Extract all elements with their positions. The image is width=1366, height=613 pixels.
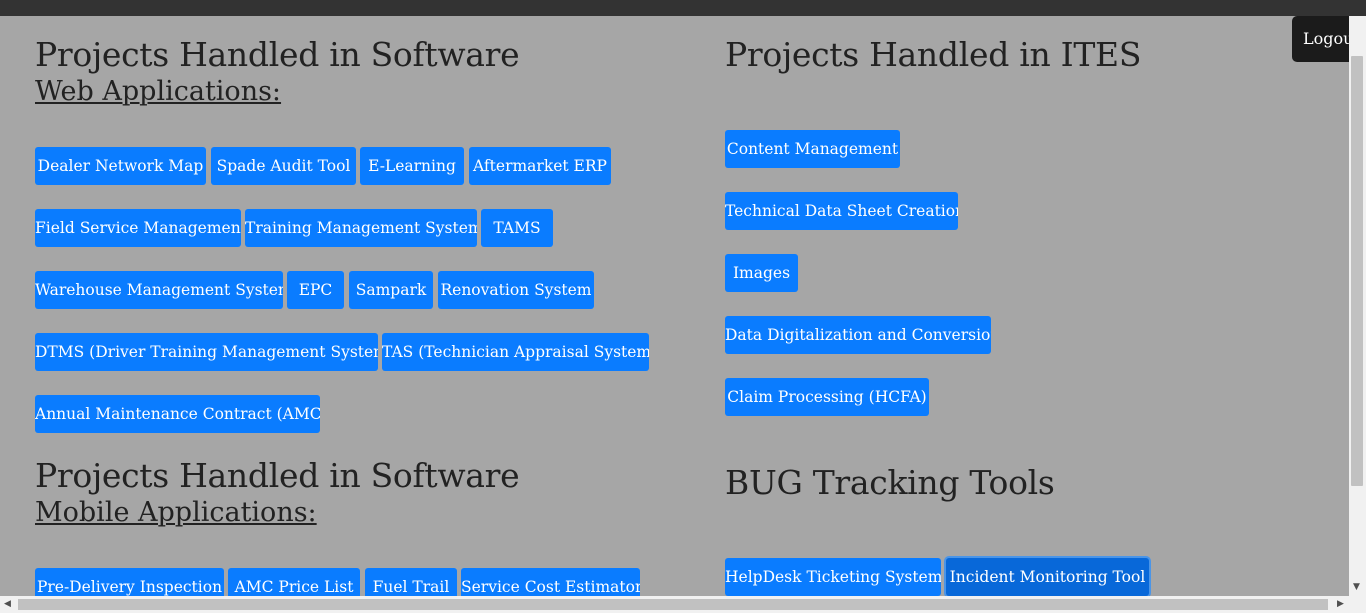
bug-tools-title: BUG Tracking Tools: [725, 463, 1055, 502]
technical-data-sheet-button[interactable]: Technical Data Sheet Creation: [725, 192, 958, 230]
vertical-scrollbar[interactable]: ▼: [1349, 16, 1366, 596]
web-applications-subtitle: Web Applications:: [35, 76, 282, 107]
incident-monitoring-button[interactable]: Incident Monitoring Tool: [946, 558, 1149, 596]
scroll-down-arrow-icon[interactable]: ▼: [1353, 582, 1360, 592]
claim-processing-button[interactable]: Claim Processing (HCFA): [725, 378, 929, 416]
software-mobile-header: Projects Handled in Software Mobile Appl…: [35, 456, 520, 530]
bug-tools-header: BUG Tracking Tools: [725, 463, 1055, 503]
ites-title: Projects Handled in ITES: [725, 35, 1142, 74]
warehouse-management-system-button[interactable]: Warehouse Management System: [35, 271, 283, 309]
mobile-applications-subtitle: Mobile Applications:: [35, 497, 317, 528]
scroll-right-arrow-icon[interactable]: ▶: [1337, 599, 1344, 609]
dtms-button[interactable]: DTMS (Driver Training Management System): [35, 333, 378, 371]
scroll-left-arrow-icon[interactable]: ◀: [4, 599, 11, 609]
tams-button[interactable]: TAMS: [481, 209, 553, 247]
horizontal-scrollbar[interactable]: ◀ ▶: [0, 596, 1366, 613]
epc-button[interactable]: EPC: [287, 271, 344, 309]
vertical-scroll-thumb[interactable]: [1351, 56, 1363, 486]
renovation-system-button[interactable]: Renovation System: [438, 271, 594, 309]
field-service-management-button[interactable]: Field Service Management: [35, 209, 241, 247]
content-management-button[interactable]: Content Management: [725, 130, 900, 168]
spade-audit-tool-button[interactable]: Spade Audit Tool: [211, 147, 356, 185]
data-digitalization-button[interactable]: Data Digitalization and Conversion: [725, 316, 991, 354]
sampark-button[interactable]: Sampark: [349, 271, 433, 309]
aftermarket-erp-button[interactable]: Aftermarket ERP: [469, 147, 611, 185]
software-mobile-title: Projects Handled in Software: [35, 456, 520, 495]
software-web-title: Projects Handled in Software: [35, 35, 520, 74]
images-button[interactable]: Images: [725, 254, 798, 292]
dealer-network-map-button[interactable]: Dealer Network Map: [35, 147, 206, 185]
top-navbar: [0, 0, 1366, 16]
ites-header: Projects Handled in ITES: [725, 35, 1141, 75]
horizontal-scroll-thumb[interactable]: [18, 599, 1328, 610]
amc-contract-button[interactable]: Annual Maintenance Contract (AMC): [35, 395, 320, 433]
logout-button[interactable]: Logout: [1292, 16, 1352, 62]
software-web-header: Projects Handled in Software Web Applica…: [35, 35, 520, 109]
helpdesk-ticketing-button[interactable]: HelpDesk Ticketing System: [725, 558, 941, 596]
tas-button[interactable]: TAS (Technician Appraisal System): [382, 333, 649, 371]
e-learning-button[interactable]: E-Learning: [360, 147, 464, 185]
training-management-system-button[interactable]: Training Management System: [245, 209, 477, 247]
